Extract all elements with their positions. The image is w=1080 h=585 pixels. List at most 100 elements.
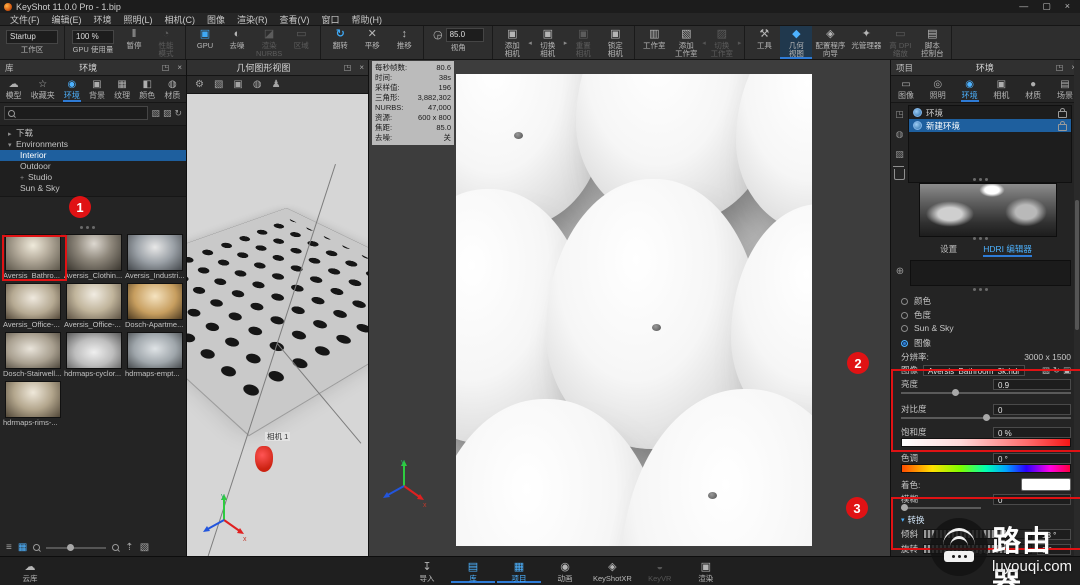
brightness-field[interactable]: 0.9: [993, 379, 1071, 390]
refresh-icon[interactable]: ↻: [174, 108, 182, 119]
tree-item-downloads[interactable]: ▸下载: [0, 128, 186, 139]
import-button[interactable]: ↧ 导入: [405, 560, 449, 583]
zoom-out-icon[interactable]: [33, 544, 40, 551]
gpu-usage-field[interactable]: 100 % GPU 使用量: [68, 26, 118, 59]
minimize-icon[interactable]: —: [1019, 1, 1028, 12]
edit-image-icon[interactable]: ▣: [1063, 365, 1071, 376]
open-folder-icon[interactable]: ▧: [140, 542, 149, 553]
thumbnail-hdrmaps-empty[interactable]: hdrmaps-empt...: [124, 332, 185, 378]
environment-sphere-icon[interactable]: ◍: [896, 129, 904, 140]
geometry-viewport[interactable]: 相机 1 x y: [187, 94, 368, 556]
thumbnail-dosch-stairwell[interactable]: Dosch-Stairwell...: [2, 332, 63, 378]
animation-button[interactable]: ◉ 动画: [543, 560, 587, 583]
delete-environment-icon[interactable]: [894, 169, 905, 180]
add-camera-button[interactable]: ▣ 添加 相机: [496, 26, 528, 59]
library-tab-models[interactable]: ☁ 模型: [5, 78, 23, 102]
lock-camera-button[interactable]: ▣ 锁定 相机: [599, 26, 631, 59]
hue-gradient-bar[interactable]: [901, 464, 1071, 473]
import-folder-icon[interactable]: ▧: [151, 108, 160, 119]
list-view-icon[interactable]: ≡: [6, 542, 12, 553]
add-folder-icon[interactable]: ▨: [163, 108, 172, 119]
geometry-float-icon[interactable]: ◳: [340, 63, 356, 72]
sub-tab-hdri-editor[interactable]: HDRI 编辑器: [983, 243, 1032, 257]
blur-slider[interactable]: [901, 507, 981, 509]
tint-color-swatch[interactable]: [1021, 478, 1071, 491]
contrast-field[interactable]: 0: [993, 404, 1071, 415]
sub-tab-settings[interactable]: 设置: [940, 243, 957, 257]
radio-color[interactable]: 颜色: [901, 295, 1071, 307]
project-tab-image[interactable]: ▭ 图像: [897, 78, 915, 102]
project-tab-camera[interactable]: ▣ 相机: [992, 78, 1010, 102]
tree-item-environments[interactable]: ▾Environments: [0, 139, 186, 150]
crosshair-icon[interactable]: ⊕: [893, 260, 907, 286]
maximize-icon[interactable]: ▢: [1042, 1, 1051, 12]
dolly-button[interactable]: ↕ 推移: [388, 26, 420, 59]
cloud-library-button[interactable]: ☁ 云库: [8, 560, 52, 583]
project-float-icon[interactable]: ◳: [1052, 63, 1068, 72]
reload-image-icon[interactable]: ↻: [1053, 365, 1060, 376]
denoise-button[interactable]: ◐ 去噪: [221, 26, 253, 59]
geometry-zoom-region-icon[interactable]: ▣: [233, 79, 242, 90]
pause-button[interactable]: ‖ 暂停: [118, 26, 150, 59]
add-studio-button[interactable]: ▧ 添加 工作室: [670, 26, 702, 59]
blur-field[interactable]: 0: [993, 494, 1071, 505]
menu-window[interactable]: 窗口: [316, 13, 346, 26]
project-splitter-handle[interactable]: [973, 237, 988, 240]
menu-help[interactable]: 帮助(H): [346, 13, 389, 26]
menu-edit[interactable]: 编辑(E): [46, 13, 88, 26]
thumbnail-aversis-industrial[interactable]: Aversis_Industri...: [124, 234, 185, 280]
library-tab-colors[interactable]: ◧ 颜色: [138, 78, 156, 102]
geometry-close-icon[interactable]: ×: [355, 63, 368, 72]
grid-view-icon[interactable]: ▦: [18, 542, 27, 553]
thumbnail-aversis-clothing[interactable]: Aversis_Clothin...: [63, 234, 124, 280]
menu-image[interactable]: 图像: [201, 13, 231, 26]
workspace-dropdown[interactable]: Startup 工作区: [3, 26, 61, 59]
fov-value[interactable]: 85.0: [446, 28, 484, 42]
geometry-figure-icon[interactable]: ♟: [272, 79, 281, 90]
saturation-field[interactable]: 0 %: [993, 427, 1071, 438]
library-close-icon[interactable]: ×: [173, 63, 186, 72]
library-tab-environments[interactable]: ◉ 环境: [63, 78, 81, 102]
configurator-wizard-button[interactable]: ◈ 配置程序 向导: [812, 26, 848, 59]
tools-button[interactable]: ⚒ 工具: [748, 26, 780, 59]
brightness-slider[interactable]: [901, 392, 1071, 394]
tree-item-interior[interactable]: Interior: [0, 150, 186, 161]
library-tab-textures[interactable]: ▦ 纹理: [113, 78, 131, 102]
zoom-in-icon[interactable]: [112, 544, 119, 551]
geometry-settings-gear-icon[interactable]: ⚙: [195, 79, 204, 90]
project-splitter-handle[interactable]: [973, 288, 988, 291]
realtime-viewport[interactable]: 每秒帧数:80.6 时间:38s 采样值:196 三角形:3,882,302 N…: [369, 60, 890, 556]
menu-camera[interactable]: 相机(C): [159, 13, 202, 26]
contrast-slider[interactable]: [901, 417, 1071, 419]
saturation-gradient-bar[interactable]: [901, 438, 1071, 447]
project-toggle-button[interactable]: ▦ 项目: [497, 560, 541, 583]
gpu-toggle-button[interactable]: ▣ GPU: [189, 26, 221, 59]
studio-button[interactable]: ▥ 工作室: [638, 26, 670, 59]
project-splitter-handle[interactable]: [973, 178, 988, 181]
close-icon[interactable]: ×: [1065, 1, 1070, 12]
lock-icon[interactable]: [1058, 124, 1067, 131]
tree-item-sun-sky[interactable]: Sun & Sky: [0, 183, 186, 194]
radio-image[interactable]: 图像: [901, 337, 1071, 349]
project-tab-environment[interactable]: ◉ 环境: [961, 78, 979, 102]
menu-render[interactable]: 渲染(R): [231, 13, 274, 26]
project-tab-scene[interactable]: ▤ 场景: [1056, 78, 1074, 102]
library-tab-materials[interactable]: ◍ 材质: [163, 78, 181, 102]
image-file-field[interactable]: Aversis_Bathroom_3k.hdr: [923, 365, 1025, 376]
library-tab-favorites[interactable]: ☆ 收藏夹: [30, 78, 56, 102]
thumbnail-dosch-apartment[interactable]: Dosch-Apartme...: [124, 283, 185, 329]
menu-lighting[interactable]: 照明(L): [118, 13, 159, 26]
scrollbar-thumb[interactable]: [1075, 200, 1079, 330]
lock-icon[interactable]: [1058, 111, 1067, 118]
keyshotxr-button[interactable]: ◈ KeyShotXR: [589, 560, 636, 583]
environment-group-row[interactable]: 环境: [909, 106, 1071, 119]
environment-folder-icon[interactable]: ▧: [895, 149, 904, 160]
project-tab-material[interactable]: ● 材质: [1024, 78, 1042, 102]
light-manager-button[interactable]: ✦ 光管理器: [848, 26, 884, 59]
radio-chroma[interactable]: 色度: [901, 309, 1071, 321]
library-tab-backplates[interactable]: ▣ 背景: [88, 78, 106, 102]
environment-item-row[interactable]: 新建环境: [909, 119, 1071, 132]
library-splitter-handle[interactable]: [80, 226, 95, 229]
hue-field[interactable]: 0 °: [993, 453, 1071, 464]
project-scrollbar[interactable]: [1074, 60, 1080, 556]
